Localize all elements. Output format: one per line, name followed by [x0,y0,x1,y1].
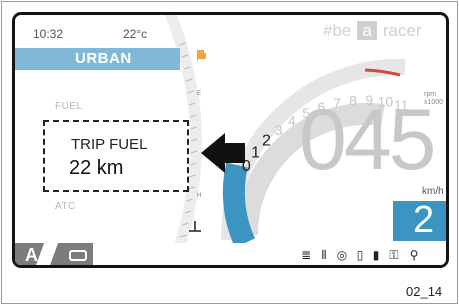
location-icon: ⚲ [409,248,419,262]
atc-menu-item[interactable]: ATC [55,201,76,212]
rpm-scale-number: 2 [262,133,271,150]
trip-fuel-value: 22 km [69,157,124,179]
trip-fuel-title: TRIP FUEL [71,136,148,153]
riding-mode-label[interactable]: URBAN [75,50,132,67]
fuel-reserve-icon: ▯ [356,248,364,262]
instrument-cluster-display: FEHC 01234567891011 [12,12,449,268]
brand-box: a [357,21,377,40]
headlight-high-beam-icon: ≣ [300,248,312,262]
figure-caption: 02_14 [406,284,443,299]
speed-unit: km/h [422,186,444,197]
ambient-temperature: 22°c [123,27,148,41]
menu-toggle-icon[interactable] [69,250,87,261]
rpm-active-band [222,162,256,248]
battery-icon: ▮ [372,248,380,262]
rpm-scale-number: 3 [275,122,283,138]
fuel-pump-icon [197,50,206,59]
headlight-auto-icon: ⦀ [321,248,327,262]
gear-number: 2 [413,199,435,241]
brand-suffix: racer [382,21,422,40]
fuel-bar-empty-mark: E [197,91,201,97]
speed-readout: 045 [299,92,436,188]
rpm-scale-number: 1 [251,145,260,162]
fuel-menu-item[interactable]: FUEL [55,101,83,112]
clock: 10:32 [33,27,64,41]
temp-bar-hot-mark: H [197,193,201,199]
figure-frame: FEHC 01234567891011 [1,1,458,304]
key-icon: ⚿ [389,248,399,262]
brand-prefix: #be [323,21,352,40]
lamp-icon: ◎ [336,248,348,262]
rpm-scale-number: 4 [288,113,296,129]
brand-logo: #be a racer [323,21,422,41]
trip-fuel-panel[interactable]: TRIP FUEL 22 km [43,120,189,192]
